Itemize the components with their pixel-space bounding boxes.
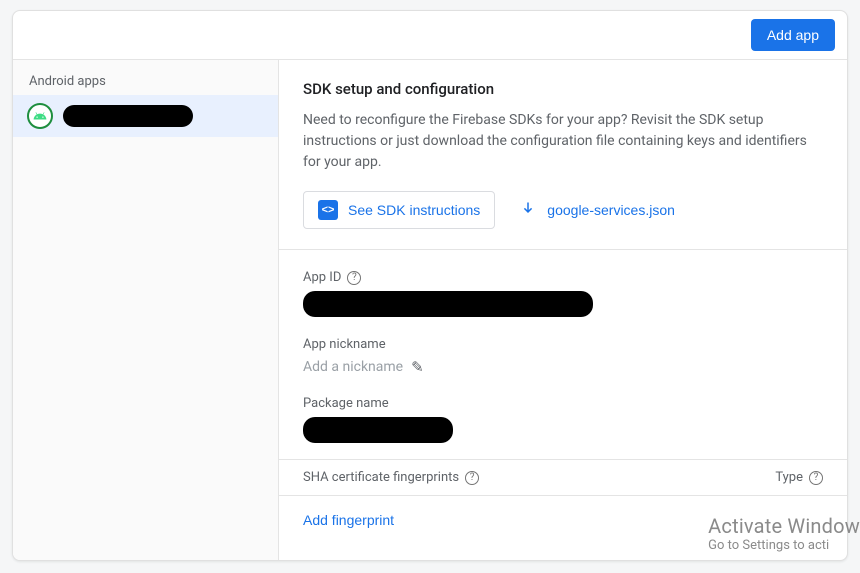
see-sdk-label: See SDK instructions [348,202,480,218]
fingerprint-type-label: Type [775,470,803,485]
app-id-label: App ID [303,270,341,285]
package-name-value-redacted [303,417,453,443]
nickname-label: App nickname [303,337,386,352]
download-icon [519,201,537,219]
edit-nickname-icon[interactable]: ✎ [411,358,424,376]
main-panel: SDK setup and configuration Need to reco… [279,60,847,560]
add-app-button[interactable]: Add app [751,19,835,51]
download-config-label: google-services.json [547,202,675,218]
package-name-label: Package name [303,396,389,411]
top-bar: Add app [13,11,847,60]
sdk-title: SDK setup and configuration [303,80,823,98]
fingerprints-heading: SHA certificate fingerprints [303,470,459,485]
sidebar-app-item[interactable] [13,95,278,137]
nickname-placeholder: Add a nickname [303,359,403,375]
code-icon: <> [318,200,338,220]
settings-card: Add app Android apps SDK setup and confi… [12,10,848,561]
add-fingerprint-button[interactable]: Add fingerprint [279,496,847,528]
help-icon[interactable]: ? [809,471,823,485]
sdk-desc: Need to reconfigure the Firebase SDKs fo… [303,110,823,173]
see-sdk-instructions-button[interactable]: <> See SDK instructions [303,191,495,229]
android-icon [27,103,53,129]
help-icon[interactable]: ? [465,471,479,485]
download-config-button[interactable]: google-services.json [519,201,675,219]
help-icon[interactable]: ? [347,271,361,285]
sidebar: Android apps [13,60,279,560]
sidebar-app-name-redacted [63,105,193,127]
sidebar-heading: Android apps [13,60,278,95]
fingerprints-header-row: SHA certificate fingerprints ? Type ? [279,459,847,496]
app-id-value-redacted [303,291,593,317]
